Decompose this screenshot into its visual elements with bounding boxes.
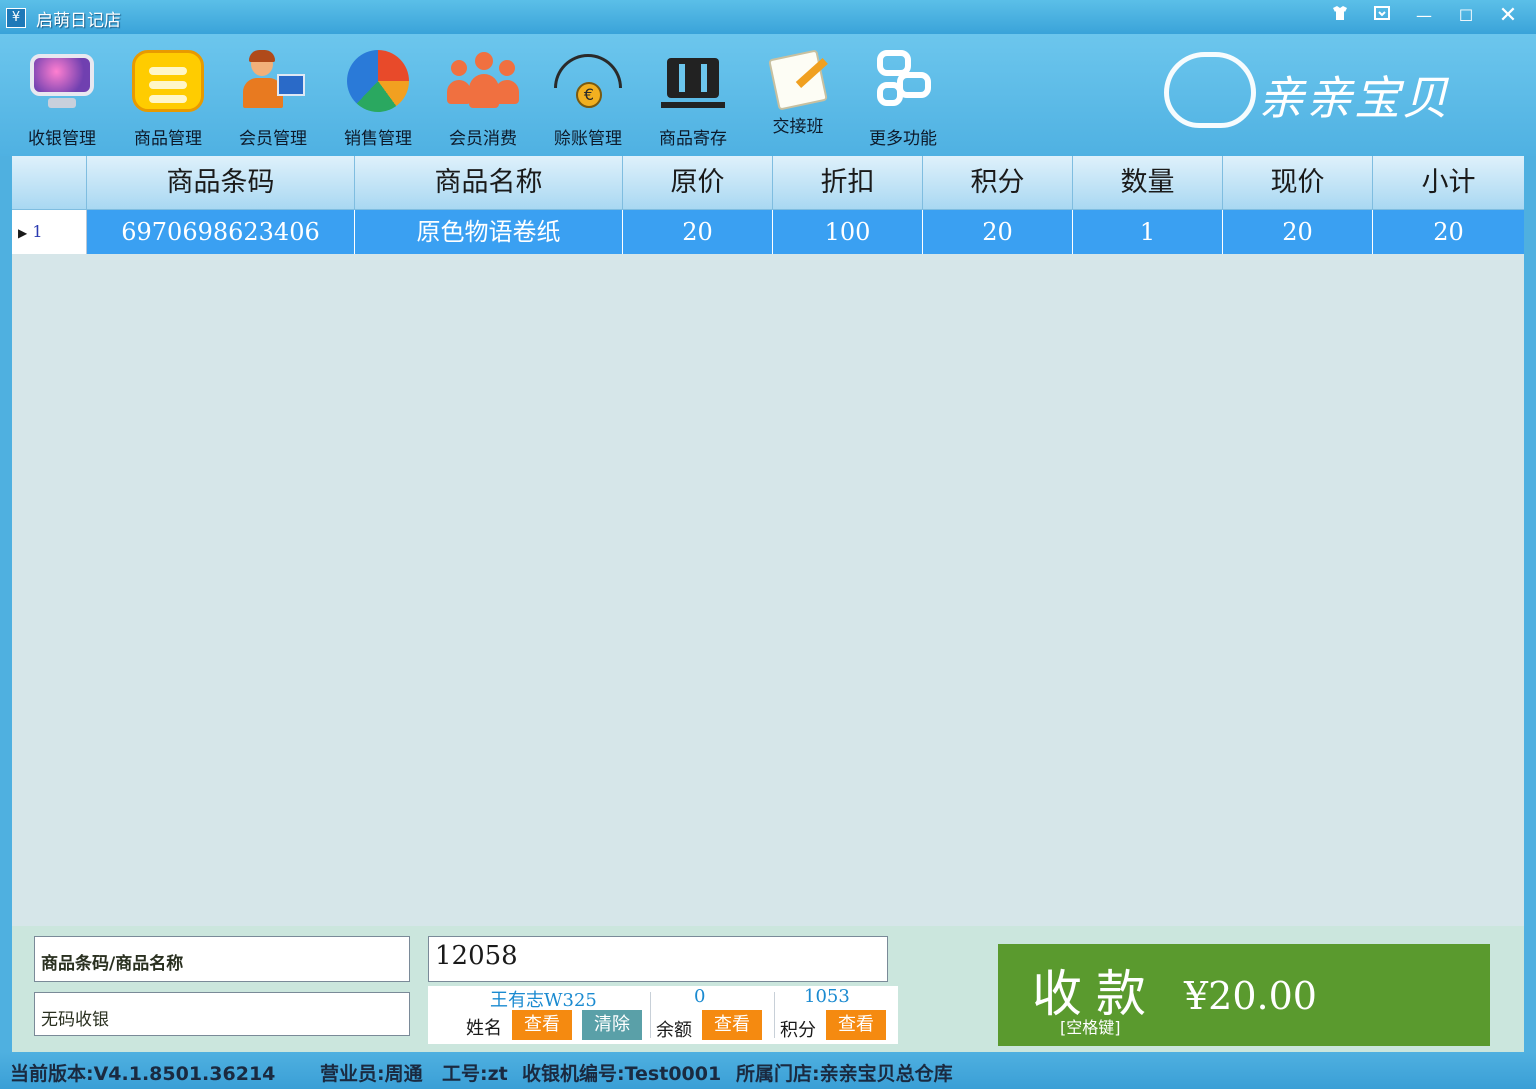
member-info: 王有志W325 姓名 查看 清除 0 余额 查看 1053 积分 查看 [428, 986, 898, 1044]
view-balance-button[interactable]: 查看 [702, 1010, 762, 1040]
divider [650, 992, 651, 1038]
points-label: 积分 [780, 1020, 816, 1041]
main-toolbar: 收银管理 商品管理 会员管理 销售管理 会员消费 € 赊账管理 商品寄存 交接班… [0, 34, 1536, 156]
column-header-price[interactable]: 原价 [623, 156, 773, 210]
row-pointer-icon: ▶ [18, 226, 28, 240]
no-barcode-input[interactable]: 无码收银 [34, 992, 410, 1036]
brand-logo: 亲亲宝贝 [1150, 44, 1460, 144]
member-id-input[interactable]: 12058 [428, 936, 888, 982]
row-index-value: 1 [32, 222, 43, 241]
maximize-button[interactable]: ☐ [1446, 4, 1486, 30]
status-bar: 当前版本:V4.1.8501.36214 营业员:周通 工号:zt 收银机编号:… [0, 1052, 1536, 1089]
umbrella-euro-icon: € [552, 50, 624, 112]
member-icon [237, 50, 309, 112]
status-register-id: 收银机编号:Test0001 [522, 1063, 722, 1085]
cell-name[interactable]: 原色物语卷纸 [355, 210, 623, 254]
handover-icon [768, 49, 828, 111]
toolbar-label: 会员消费 [449, 129, 517, 149]
member-name-label: 姓名 [466, 1018, 502, 1039]
checkout-shortcut-hint: [空格键] [1060, 1018, 1121, 1037]
status-version: 当前版本:V4.1.8501.36214 [10, 1063, 276, 1085]
toolbar-item-storage[interactable]: 商品寄存 [643, 44, 743, 152]
table-row[interactable]: ▶ 1 6970698623406 原色物语卷纸 20 100 20 1 20 … [12, 210, 1524, 254]
skin-icon[interactable] [1320, 4, 1360, 30]
cart-grid: 商品条码 商品名称 原价 折扣 积分 数量 现价 小计 ▶ 1 69706986… [12, 156, 1524, 926]
app-icon: ¥ [6, 8, 26, 28]
view-points-button[interactable]: 查看 [826, 1010, 886, 1040]
toolbar-label: 更多功能 [869, 129, 937, 149]
frame-right [1524, 156, 1536, 1052]
toolbar-label: 销售管理 [344, 129, 412, 149]
minimize-button[interactable]: — [1404, 4, 1444, 30]
toolbar-item-more[interactable]: 更多功能 [853, 44, 953, 152]
cell-qty[interactable]: 1 [1073, 210, 1223, 254]
toolbar-label: 商品管理 [134, 129, 202, 149]
member-name-value: 王有志W325 [490, 990, 597, 1011]
toolbar-label: 交接班 [772, 117, 824, 137]
view-member-button[interactable]: 查看 [512, 1010, 572, 1040]
points-value: 1053 [804, 986, 850, 1007]
clear-member-button[interactable]: 清除 [582, 1010, 642, 1040]
divider [774, 992, 775, 1038]
column-header-discount[interactable]: 折扣 [773, 156, 923, 210]
column-header-barcode[interactable]: 商品条码 [87, 156, 355, 210]
window-title: 启萌日记店 [36, 11, 121, 31]
column-header-subtotal[interactable]: 小计 [1373, 156, 1524, 210]
coins-icon [132, 50, 204, 112]
column-header-current-price[interactable]: 现价 [1223, 156, 1373, 210]
cell-discount[interactable]: 100 [773, 210, 923, 254]
toolbar-item-credit[interactable]: € 赊账管理 [538, 44, 638, 152]
checkout-amount: ¥20.00 [1184, 974, 1317, 1018]
heart-icon [1164, 52, 1256, 128]
monitor-icon [26, 50, 98, 112]
pie-chart-icon [347, 50, 409, 112]
toolbar-label: 商品寄存 [659, 129, 727, 149]
frame-left [0, 156, 12, 1052]
cell-price[interactable]: 20 [623, 210, 773, 254]
toolbar-item-sales[interactable]: 销售管理 [328, 44, 428, 152]
restore-icon[interactable] [1362, 4, 1402, 30]
toolbar-item-members[interactable]: 会员管理 [223, 44, 323, 152]
toolbar-item-products[interactable]: 商品管理 [118, 44, 218, 152]
title-bar: ¥ 启萌日记店 — ☐ ✕ [0, 0, 1536, 34]
column-header-qty[interactable]: 数量 [1073, 156, 1223, 210]
more-icon [867, 50, 939, 112]
row-index: ▶ 1 [12, 210, 87, 254]
status-store: 所属门店:亲亲宝贝总仓库 [736, 1063, 953, 1085]
toolbar-item-handover[interactable]: 交接班 [748, 44, 848, 152]
barcode-search-input[interactable]: 商品条码/商品名称 [34, 936, 410, 982]
column-header-index[interactable] [12, 156, 87, 210]
grid-header: 商品条码 商品名称 原价 折扣 积分 数量 现价 小计 [12, 156, 1524, 210]
balance-value: 0 [694, 986, 706, 1007]
column-header-points[interactable]: 积分 [923, 156, 1073, 210]
toolbar-item-member-consumption[interactable]: 会员消费 [433, 44, 533, 152]
toolbar-label: 收银管理 [28, 129, 96, 149]
window-controls: — ☐ ✕ [1320, 4, 1528, 30]
status-clerk: 营业员:周通 [320, 1063, 423, 1085]
cell-current-price[interactable]: 20 [1223, 210, 1373, 254]
status-employee-id: 工号:zt [442, 1063, 508, 1085]
toolbar-label: 赊账管理 [554, 129, 622, 149]
checkout-panel: 商品条码/商品名称 无码收银 12058 王有志W325 姓名 查看 清除 0 … [12, 926, 1524, 1052]
cell-subtotal[interactable]: 20 [1373, 210, 1524, 254]
balance-label: 余额 [656, 1020, 692, 1041]
column-header-name[interactable]: 商品名称 [355, 156, 623, 210]
toolbar-label: 会员管理 [239, 129, 307, 149]
logo-text: 亲亲宝贝 [1258, 71, 1450, 125]
storage-icon [657, 50, 729, 112]
cell-points[interactable]: 20 [923, 210, 1073, 254]
close-button[interactable]: ✕ [1488, 4, 1528, 30]
group-icon [447, 50, 519, 112]
toolbar-item-cashier[interactable]: 收银管理 [12, 44, 112, 152]
cell-barcode[interactable]: 6970698623406 [87, 210, 355, 254]
checkout-button[interactable]: 收款 [空格键] ¥20.00 [998, 944, 1490, 1046]
